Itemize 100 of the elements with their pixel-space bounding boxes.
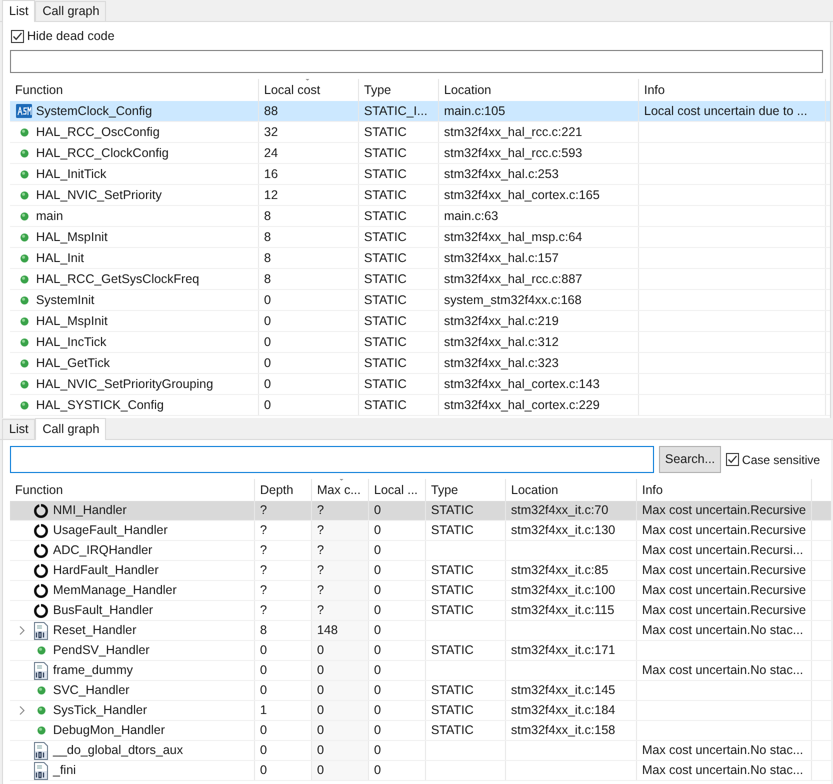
table-cell-text: STATIC — [431, 562, 474, 580]
table-row[interactable]: NMI_Handler ? ? 0 STATIC stm32f4xx_it.c:70 Max cost uncertain.Recursive — [10, 501, 831, 521]
table-cell-text: 0 — [374, 562, 381, 580]
table-row[interactable]: HAL_NVIC_SetPriority 12 STATIC stm32f4xx_hal_cortex.c:165 — [10, 185, 830, 206]
table-row[interactable]: PendSV_Handler 0 0 0 STATIC stm32f4xx_it.c:171 — [10, 641, 831, 661]
table-cell-text: 0 — [374, 702, 381, 720]
table-row[interactable]: _fini 0 0 0 Max cost uncertain.No stac... — [10, 761, 831, 781]
table-cell-text: 12 — [264, 186, 278, 204]
search-button[interactable]: Search... — [659, 446, 722, 473]
table-cell-text: stm32f4xx_hal.c:323 — [444, 354, 559, 372]
table-row[interactable]: HAL_RCC_GetSysClockFreq 8 STATIC stm32f4xx_hal_rcc.c:887 — [10, 269, 830, 290]
table-row[interactable]: HAL_NVIC_SetPriorityGrouping 0 STATIC stm32f4xx_hal_cortex.c:143 — [10, 374, 830, 395]
function-name: main — [36, 208, 64, 225]
function-name: ADC_IRQHandler — [53, 542, 152, 560]
table-cell-text: 0 — [264, 396, 271, 414]
dot-icon — [20, 212, 28, 220]
table-cell-text: stm32f4xx_hal.c:253 — [444, 166, 559, 183]
table-cell-text: 8 — [264, 270, 271, 288]
table-cell-text: stm32f4xx_hal_rcc.c:221 — [444, 124, 582, 141]
table-cell-text: 0 — [264, 312, 271, 330]
cycle-icon — [33, 542, 49, 558]
function-name: HAL_MspInit — [36, 228, 108, 246]
checkbox[interactable] — [726, 453, 740, 466]
table-row[interactable]: SVC_Handler 0 0 0 STATIC stm32f4xx_it.c:145 — [10, 681, 831, 701]
checkbox-label[interactable]: Case sensitive — [742, 450, 820, 468]
table-cell-text: 8 — [264, 228, 271, 246]
table-cell-text: stm32f4xx_hal_cortex.c:165 — [444, 186, 600, 204]
function-name: frame_dummy — [53, 662, 133, 680]
table-cell-text: STATIC — [431, 602, 474, 620]
function-name: NMI_Handler — [53, 502, 127, 520]
table-cell-text: 0 — [260, 742, 267, 760]
table-cell-text: Max cost uncertain.Recursive — [642, 602, 806, 620]
table-row[interactable]: SystemClock_Config 88 STATIC_I... main.c:105 Local cost uncertain due to ... — [10, 101, 830, 122]
cycle-icon — [33, 602, 49, 618]
table-cell-text: ? — [317, 582, 324, 600]
table-cell-text: 8 — [264, 250, 271, 267]
table-row[interactable]: UsageFault_Handler ? ? 0 STATIC stm32f4xx_it.c:130 Max cost uncertain.Recursive — [10, 521, 831, 541]
table-cell-text: Max cost uncertain.No stac... — [642, 742, 804, 760]
table-cell-text: 0 — [317, 762, 324, 780]
table-cell-text: Max cost uncertain.Recursive — [642, 562, 806, 580]
table-cell-text: stm32f4xx_it.c:171 — [511, 642, 616, 660]
function-name: DebugMon_Handler — [53, 722, 165, 740]
table-cell-text: ? — [260, 502, 267, 520]
expand-chevron-icon[interactable] — [19, 626, 25, 635]
table-cell-text: Max cost uncertain.Recursive — [642, 582, 806, 600]
table-cell-text: STATIC — [364, 166, 407, 183]
table-cell-text: Max cost uncertain.Recursive — [642, 502, 806, 520]
checkbox[interactable] — [11, 30, 24, 42]
table-cell-text: STATIC — [364, 354, 407, 372]
function-name: MemManage_Handler — [53, 582, 177, 600]
tab[interactable]: Call graph — [35, 418, 106, 440]
tab[interactable]: Call graph — [35, 1, 106, 21]
table-row[interactable]: ADC_IRQHandler ? ? 0 Max cost uncertain.Recursi... — [10, 541, 831, 561]
table-row[interactable]: HAL_InitTick 16 STATIC stm32f4xx_hal.c:253 — [10, 164, 830, 185]
dot-icon — [20, 232, 28, 242]
table-row[interactable]: HAL_MspInit 0 STATIC stm32f4xx_hal.c:219 — [10, 311, 830, 332]
table-cell-text: stm32f4xx_it.c:145 — [511, 682, 616, 700]
search-field[interactable] — [10, 446, 654, 473]
filter-field[interactable] — [10, 50, 823, 73]
table-cell-text: stm32f4xx_hal_rcc.c:593 — [444, 144, 582, 162]
table-cell-text: stm32f4xx_hal_rcc.c:887 — [444, 270, 582, 288]
dot-icon — [20, 380, 28, 388]
table-row[interactable]: SystemInit 0 STATIC system_stm32f4xx.c:168 — [10, 290, 830, 311]
table-cell-text: ? — [260, 582, 267, 600]
table-row[interactable]: __do_global_dtors_aux 0 0 0 Max cost uncertain.No stac... — [10, 741, 831, 761]
table-row[interactable]: BusFault_Handler ? ? 0 STATIC stm32f4xx_it.c:115 Max cost uncertain.Recursive — [10, 601, 831, 621]
table-row[interactable]: HardFault_Handler ? ? 0 STATIC stm32f4xx_it.c:85 Max cost uncertain.Recursive — [10, 561, 831, 581]
checkbox-label[interactable]: Hide dead code — [27, 26, 115, 46]
table-row[interactable]: Reset_Handler 8 148 0 Max cost uncertain.No stac... — [10, 621, 831, 641]
table-row[interactable]: HAL_Init 8 STATIC stm32f4xx_hal.c:157 — [10, 248, 830, 269]
table-row[interactable]: frame_dummy 0 0 0 Max cost uncertain.No stac... — [10, 661, 831, 681]
table-cell-text: stm32f4xx_it.c:158 — [511, 722, 616, 740]
table-row[interactable]: DebugMon_Handler 0 0 0 STATIC stm32f4xx_it.c:158 — [10, 721, 831, 741]
table-cell-text: STATIC — [364, 186, 407, 204]
table-row[interactable]: HAL_RCC_OscConfig 32 STATIC stm32f4xx_hal_rcc.c:221 — [10, 122, 830, 143]
table-cell-text: 0 — [264, 376, 271, 393]
table-row[interactable]: SysTick_Handler 1 0 0 STATIC stm32f4xx_it.c:184 — [10, 701, 831, 721]
table-cell-text: ? — [260, 562, 267, 580]
function-name: Reset_Handler — [53, 622, 136, 640]
table-row[interactable]: main 8 STATIC main.c:63 — [10, 206, 830, 227]
expand-chevron-icon[interactable] — [19, 706, 25, 715]
table-cell-text: 0 — [374, 742, 381, 760]
cycle-icon — [33, 522, 49, 538]
table-row[interactable]: MemManage_Handler ? ? 0 STATIC stm32f4xx_it.c:100 Max cost uncertain.Recursive — [10, 581, 831, 601]
tab[interactable]: List — [2, 419, 36, 439]
table-cell-text: 0 — [374, 522, 381, 540]
table-row[interactable]: HAL_GetTick 0 STATIC stm32f4xx_hal.c:323 — [10, 353, 830, 374]
table-row[interactable]: HAL_SYSTICK_Config 0 STATIC stm32f4xx_hal_cortex.c:229 — [10, 395, 830, 416]
dot-icon — [20, 148, 28, 158]
table-cell-text: STATIC — [364, 228, 407, 246]
table-cell-text: STATIC — [364, 270, 407, 288]
table-row[interactable]: HAL_RCC_ClockConfig 24 STATIC stm32f4xx_hal_rcc.c:593 — [10, 143, 830, 164]
table-row[interactable]: HAL_IncTick 0 STATIC stm32f4xx_hal.c:312 — [10, 332, 830, 353]
table-cell-text: STATIC — [431, 642, 474, 660]
table-cell-text: stm32f4xx_hal.c:157 — [444, 250, 559, 267]
tab[interactable]: List — [2, 0, 36, 22]
table-row[interactable]: HAL_MspInit 8 STATIC stm32f4xx_hal_msp.c:64 — [10, 227, 830, 248]
function-name: __do_global_dtors_aux — [53, 742, 183, 760]
cycle-icon — [33, 502, 49, 518]
function-name: _fini — [53, 762, 76, 780]
